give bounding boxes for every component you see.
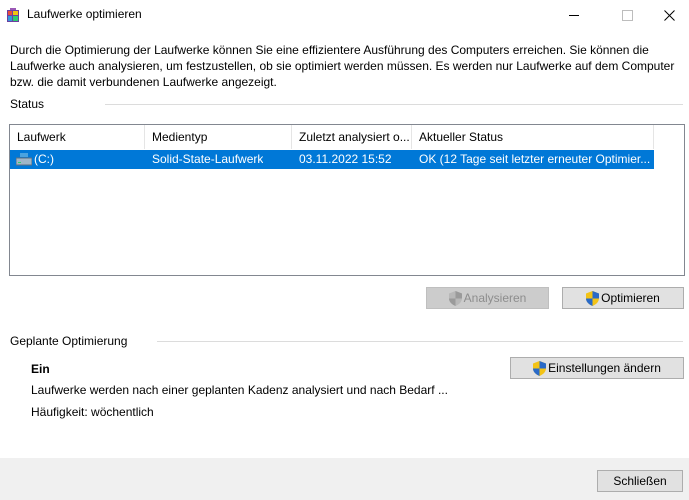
uac-shield-icon — [533, 360, 547, 376]
optimize-label: Optimieren — [601, 291, 660, 305]
analyze-button[interactable]: Analysieren — [426, 287, 549, 309]
intro-text: Durch die Optimierung der Laufwerke könn… — [10, 43, 675, 89]
schedule-state: Ein — [31, 362, 50, 376]
status-group-label: Status — [10, 97, 51, 111]
column-header-media-type[interactable]: Medientyp — [145, 125, 292, 149]
column-header-drive[interactable]: Laufwerk — [10, 125, 145, 149]
defrag-app-icon — [7, 8, 19, 22]
column-header-last-analyzed[interactable]: Zuletzt analysiert o... — [292, 125, 412, 149]
schedule-frequency: Häufigkeit: wöchentlich — [31, 405, 154, 419]
close-icon — [664, 9, 675, 21]
minimize-icon — [569, 14, 579, 16]
maximize-button[interactable] — [604, 0, 650, 30]
schedule-group-label: Geplante Optimierung — [10, 334, 134, 348]
uac-shield-icon — [586, 290, 600, 306]
window-title: Laufwerke optimieren — [27, 7, 142, 21]
title-bar: Laufwerke optimieren — [0, 0, 689, 30]
analyze-label: Analysieren — [463, 291, 527, 305]
footer-bar: Schließen — [0, 458, 689, 500]
drive-list[interactable]: Laufwerk Medientyp Zuletzt analysiert o.… — [9, 124, 685, 276]
cell-media-type: Solid-State-Laufwerk — [152, 152, 264, 166]
close-button[interactable] — [650, 0, 689, 30]
cell-last-analyzed: 03.11.2022 15:52 — [299, 152, 392, 166]
change-settings-button[interactable]: Einstellungen ändern — [510, 357, 684, 379]
maximize-icon — [621, 9, 633, 21]
optimize-button[interactable]: Optimieren — [562, 287, 684, 309]
change-settings-label: Einstellungen ändern — [548, 361, 661, 375]
cell-drive: (C:) — [34, 152, 54, 166]
cell-current-status: OK (12 Tage seit letzter erneuter Optimi… — [419, 152, 651, 166]
status-divider — [105, 104, 683, 105]
minimize-button[interactable] — [551, 0, 597, 30]
uac-shield-icon — [448, 290, 462, 306]
column-header-current-status[interactable]: Aktueller Status — [412, 125, 654, 149]
list-header: Laufwerk Medientyp Zuletzt analysiert o.… — [10, 125, 684, 149]
close-dialog-label: Schließen — [613, 474, 667, 488]
schedule-divider — [157, 341, 683, 342]
close-dialog-button[interactable]: Schließen — [597, 470, 683, 492]
schedule-description: Laufwerke werden nach einer geplanten Ka… — [31, 383, 448, 397]
table-row[interactable]: (C:) Solid-State-Laufwerk 03.11.2022 15:… — [10, 150, 654, 169]
drive-icon — [16, 153, 32, 166]
